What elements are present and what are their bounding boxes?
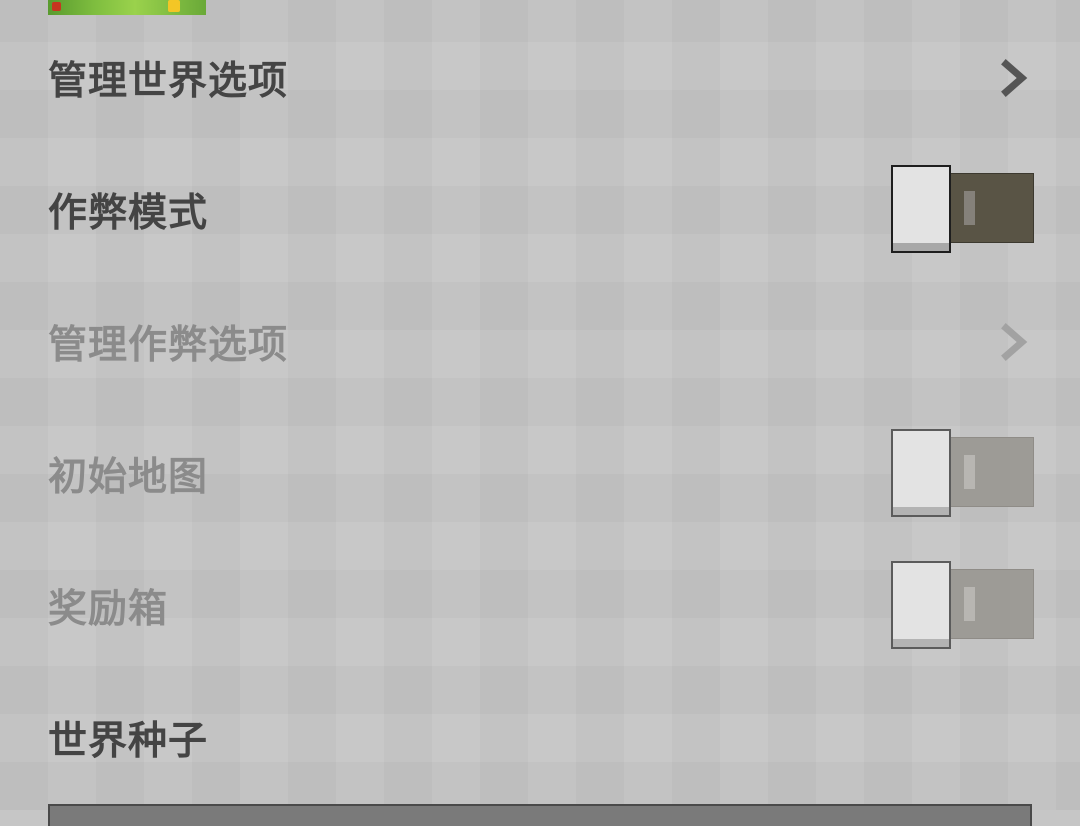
background-panel: [0, 0, 1080, 810]
manage-cheat-options-label: 管理作弊选项: [48, 323, 289, 368]
starting-map-toggle-knob: [891, 429, 951, 517]
bonus-chest-toggle-knob: [891, 561, 951, 649]
world-seed-input[interactable]: [48, 804, 1032, 826]
bonus-chest-row: 奖励箱: [48, 561, 1034, 649]
toggle-off-mark: [964, 455, 975, 489]
world-seed-row: 世界种子: [48, 703, 1034, 773]
manage-world-options-row[interactable]: 管理世界选项: [48, 43, 1034, 113]
starting-map-label: 初始地图: [48, 455, 209, 500]
manage-world-options-label: 管理世界选项: [48, 59, 289, 104]
yellow-flower-icon: [168, 0, 180, 12]
manage-cheat-options-row[interactable]: 管理作弊选项: [48, 307, 1034, 377]
cheats-mode-toggle-knob: [891, 165, 951, 253]
chevron-right-icon[interactable]: [994, 58, 1034, 98]
chevron-right-icon[interactable]: [994, 322, 1034, 362]
cheats-mode-row: 作弊模式: [48, 165, 1034, 253]
world-thumbnail-image: [48, 0, 206, 15]
cheats-mode-toggle[interactable]: [891, 165, 1034, 255]
world-seed-label: 世界种子: [48, 719, 209, 764]
starting-map-row: 初始地图: [48, 429, 1034, 517]
toggle-off-mark: [964, 587, 975, 621]
red-flower-icon: [52, 2, 61, 11]
bonus-chest-toggle[interactable]: [891, 561, 1034, 651]
cheats-mode-label: 作弊模式: [48, 191, 209, 236]
bonus-chest-label: 奖励箱: [48, 587, 169, 632]
toggle-off-mark: [964, 191, 975, 225]
starting-map-toggle[interactable]: [891, 429, 1034, 519]
